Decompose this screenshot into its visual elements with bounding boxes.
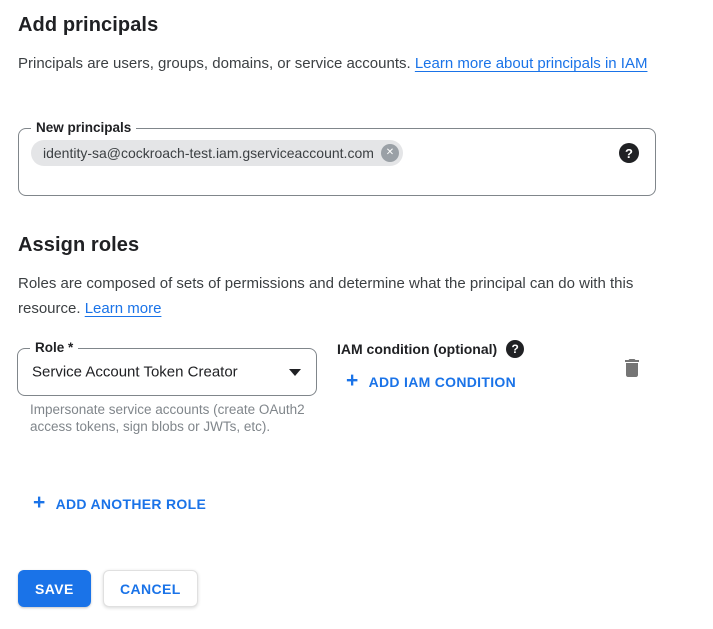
assign-roles-title: Assign roles [18,234,139,257]
add-iam-condition-label: ADD IAM CONDITION [369,374,516,390]
add-principals-title: Add principals [18,14,158,37]
role-helper-text: Impersonate service accounts (create OAu… [30,401,324,435]
role-label: Role * [30,340,78,355]
plus-icon: + [346,370,359,391]
role-select[interactable]: Role * Service Account Token Creator [17,348,317,396]
roles-description: Roles are composed of sets of permission… [18,271,666,321]
new-principals-field[interactable]: New principals identity-sa@cockroach-tes… [18,128,656,196]
principals-description-text: Principals are users, groups, domains, o… [18,55,415,72]
dropdown-caret-icon [289,369,301,376]
delete-role-button[interactable] [618,354,646,382]
save-button[interactable]: SAVE [18,570,91,607]
close-icon: ✕ [386,148,394,158]
trash-icon [620,356,644,380]
principal-chip-text: identity-sa@cockroach-test.iam.gservicea… [43,145,374,161]
principals-help-icon[interactable]: ? [619,143,639,163]
cancel-button[interactable]: CANCEL [103,570,198,607]
add-principals-panel: Add principals Principals are users, gro… [0,0,713,629]
plus-icon: + [33,492,46,513]
iam-condition-help-icon[interactable]: ? [506,340,524,358]
iam-condition-label: IAM condition (optional) [337,341,497,357]
learn-more-principals-link[interactable]: Learn more about principals in IAM [415,55,648,72]
principal-chip: identity-sa@cockroach-test.iam.gservicea… [31,140,403,166]
iam-condition-header: IAM condition (optional) ? [337,340,524,358]
add-another-role-label: ADD ANOTHER ROLE [56,496,207,512]
add-iam-condition-button[interactable]: + ADD IAM CONDITION [346,371,516,392]
principals-description: Principals are users, groups, domains, o… [18,51,666,76]
help-glyph: ? [625,147,633,160]
new-principals-label: New principals [31,120,136,135]
chip-remove-button[interactable]: ✕ [381,144,399,162]
role-selected-value: Service Account Token Creator [32,364,238,381]
add-another-role-button[interactable]: + ADD ANOTHER ROLE [33,493,206,514]
learn-more-roles-link[interactable]: Learn more [85,300,162,317]
help-glyph: ? [512,343,519,355]
